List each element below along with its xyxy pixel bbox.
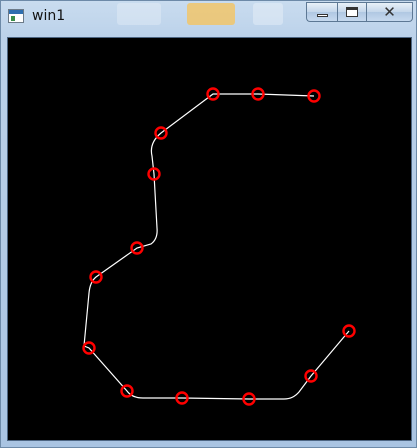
background-blur-shape [187, 3, 235, 25]
spline-curve [83, 93, 350, 400]
minimize-button[interactable] [306, 2, 337, 22]
curve-drawing [82, 87, 356, 406]
close-button[interactable]: ✕ [366, 2, 413, 22]
maximize-icon [346, 7, 358, 17]
title-bar[interactable]: win1 ✕ [1, 1, 416, 31]
caption-buttons: ✕ [306, 2, 413, 23]
window-icon[interactable] [8, 9, 24, 23]
image-canvas[interactable] [7, 37, 412, 441]
app-window: win1 ✕ [0, 0, 417, 448]
window-title: win1 [32, 8, 66, 24]
background-blur-shape [253, 3, 283, 25]
maximize-button[interactable] [337, 2, 366, 22]
curve-layer [83, 93, 350, 400]
close-icon: ✕ [383, 2, 396, 21]
minimize-icon [316, 14, 328, 17]
background-blur-shape [117, 3, 161, 25]
marker-layer [82, 87, 356, 406]
